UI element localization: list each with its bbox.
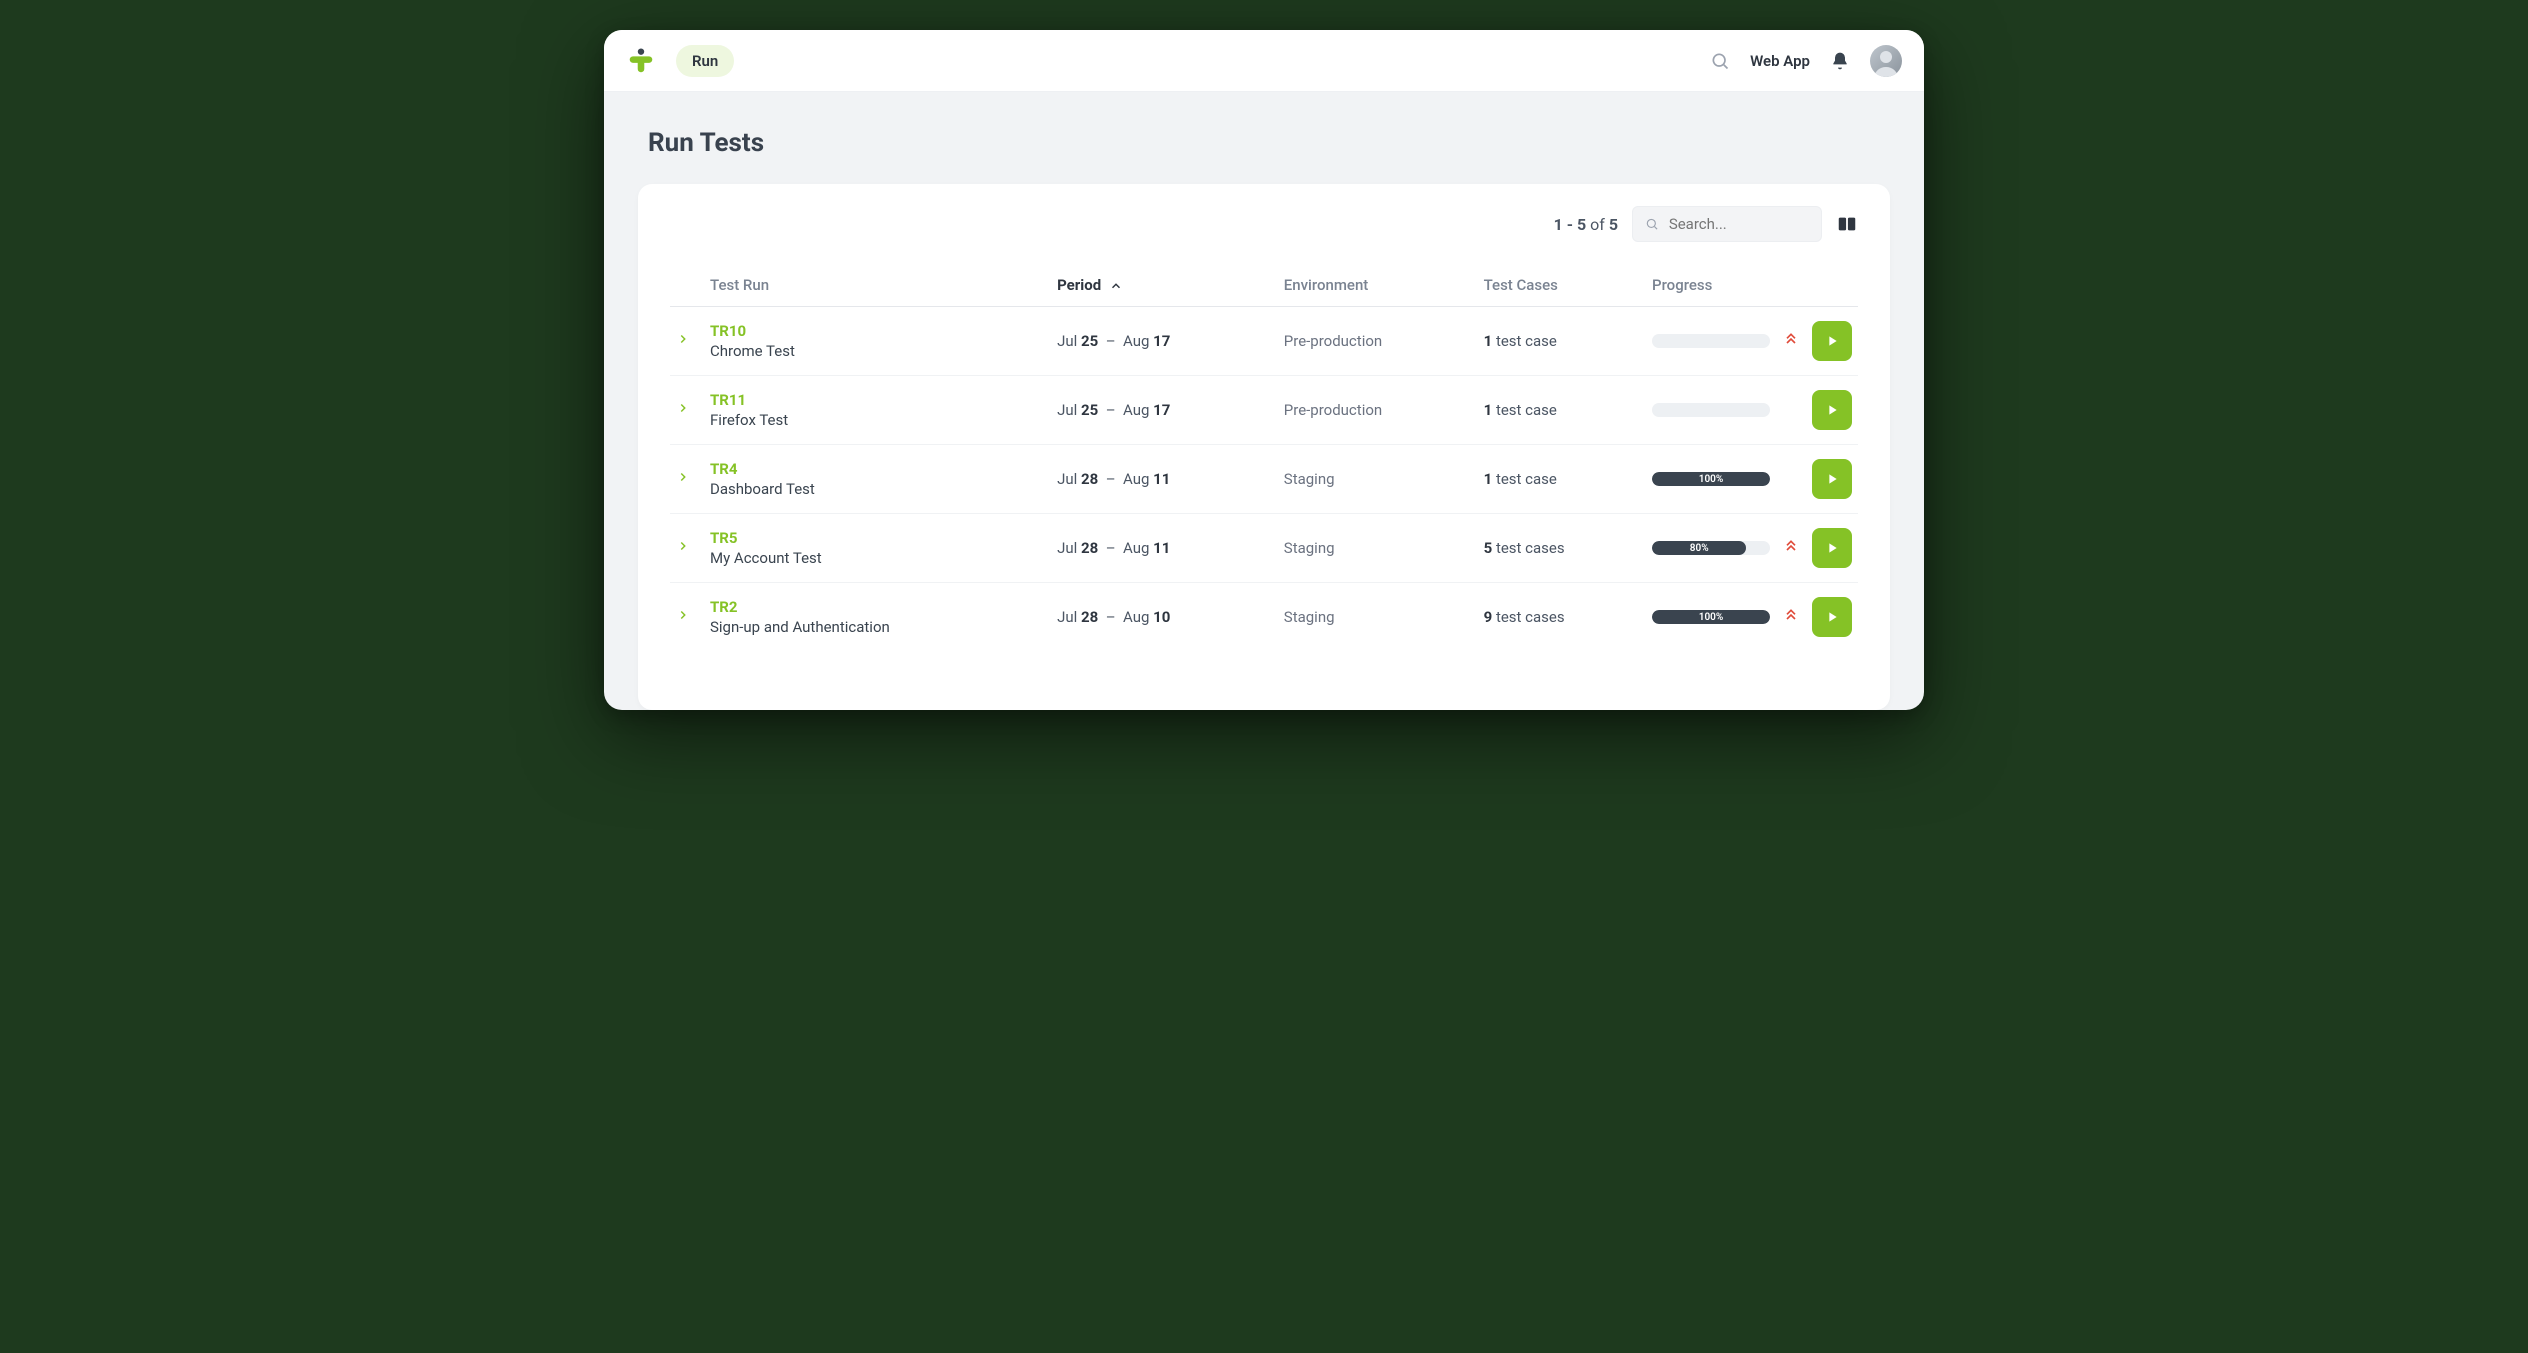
- priority-high-icon: [1783, 609, 1799, 627]
- run-environment: Pre-production: [1278, 376, 1478, 445]
- card-toolbar: 1 - 5 of 5: [670, 206, 1858, 242]
- play-button[interactable]: [1812, 459, 1852, 499]
- run-id[interactable]: TR4: [710, 460, 1045, 478]
- context-chip-run[interactable]: Run: [676, 45, 734, 77]
- chevron-up-icon: [1109, 279, 1123, 293]
- col-period-label: Period: [1057, 276, 1101, 294]
- run-name: Firefox Test: [710, 411, 1045, 429]
- run-cases: 1 test case: [1478, 307, 1646, 376]
- run-id[interactable]: TR10: [710, 322, 1045, 340]
- run-period: Jul 28 – Aug 11: [1051, 514, 1278, 583]
- col-environment[interactable]: Environment: [1278, 264, 1478, 307]
- app-window: Run Web App Run Tests 1 - 5 of 5: [604, 30, 1924, 710]
- run-period: Jul 25 – Aug 17: [1051, 376, 1278, 445]
- pager-range: 1 - 5: [1554, 215, 1587, 234]
- run-period: Jul 28 – Aug 11: [1051, 445, 1278, 514]
- run-name: Dashboard Test: [710, 480, 1045, 498]
- run-environment: Pre-production: [1278, 307, 1478, 376]
- page-content: Run Tests 1 - 5 of 5: [604, 92, 1924, 710]
- col-test-cases[interactable]: Test Cases: [1478, 264, 1646, 307]
- run-environment: Staging: [1278, 445, 1478, 514]
- run-period: Jul 25 – Aug 17: [1051, 307, 1278, 376]
- run-period: Jul 28 – Aug 10: [1051, 583, 1278, 652]
- columns-icon[interactable]: [1836, 213, 1858, 235]
- priority-high-icon: [1783, 333, 1799, 351]
- top-bar: Run Web App: [604, 30, 1924, 92]
- page-title: Run Tests: [648, 128, 1880, 158]
- search-icon: [1645, 216, 1659, 232]
- pager-of: of: [1590, 215, 1605, 234]
- run-progress: [1646, 376, 1776, 445]
- app-logo[interactable]: [626, 46, 656, 76]
- pager-total: 5: [1609, 215, 1618, 234]
- table-row[interactable]: TR11 Firefox Test Jul 25 – Aug 17 Pre-pr…: [670, 376, 1858, 445]
- run-name: Sign-up and Authentication: [710, 618, 1045, 636]
- search-field[interactable]: [1632, 206, 1822, 242]
- run-id[interactable]: TR2: [710, 598, 1045, 616]
- play-button[interactable]: [1812, 390, 1852, 430]
- run-progress: 100%: [1646, 583, 1776, 652]
- workspace-label[interactable]: Web App: [1750, 52, 1810, 70]
- run-progress: 100%: [1646, 445, 1776, 514]
- play-button[interactable]: [1812, 528, 1852, 568]
- run-cases: 5 test cases: [1478, 514, 1646, 583]
- col-test-run[interactable]: Test Run: [704, 264, 1051, 307]
- chevron-right-icon[interactable]: [676, 401, 690, 419]
- chevron-right-icon[interactable]: [676, 539, 690, 557]
- avatar[interactable]: [1870, 45, 1902, 77]
- run-id[interactable]: TR11: [710, 391, 1045, 409]
- table-row[interactable]: TR2 Sign-up and Authentication Jul 28 – …: [670, 583, 1858, 652]
- runs-card: 1 - 5 of 5 Test Run: [638, 184, 1890, 710]
- pager: 1 - 5 of 5: [1554, 215, 1618, 234]
- table-row[interactable]: TR5 My Account Test Jul 28 – Aug 11 Stag…: [670, 514, 1858, 583]
- play-button[interactable]: [1812, 597, 1852, 637]
- play-button[interactable]: [1812, 321, 1852, 361]
- run-progress: [1646, 307, 1776, 376]
- bell-icon[interactable]: [1830, 51, 1850, 71]
- run-name: Chrome Test: [710, 342, 1045, 360]
- run-cases: 9 test cases: [1478, 583, 1646, 652]
- run-progress: 80%: [1646, 514, 1776, 583]
- table-row[interactable]: TR4 Dashboard Test Jul 28 – Aug 11 Stagi…: [670, 445, 1858, 514]
- runs-table: Test Run Period Environment Test Cases P…: [670, 264, 1858, 651]
- search-input[interactable]: [1667, 214, 1809, 234]
- priority-high-icon: [1783, 540, 1799, 558]
- table-row[interactable]: TR10 Chrome Test Jul 25 – Aug 17 Pre-pro…: [670, 307, 1858, 376]
- run-cases: 1 test case: [1478, 376, 1646, 445]
- search-icon[interactable]: [1710, 51, 1730, 71]
- chevron-right-icon[interactable]: [676, 470, 690, 488]
- run-environment: Staging: [1278, 583, 1478, 652]
- chevron-right-icon[interactable]: [676, 608, 690, 626]
- chevron-right-icon[interactable]: [676, 332, 690, 350]
- run-cases: 1 test case: [1478, 445, 1646, 514]
- col-progress[interactable]: Progress: [1646, 264, 1776, 307]
- col-period[interactable]: Period: [1051, 264, 1278, 307]
- run-environment: Staging: [1278, 514, 1478, 583]
- run-name: My Account Test: [710, 549, 1045, 567]
- run-id[interactable]: TR5: [710, 529, 1045, 547]
